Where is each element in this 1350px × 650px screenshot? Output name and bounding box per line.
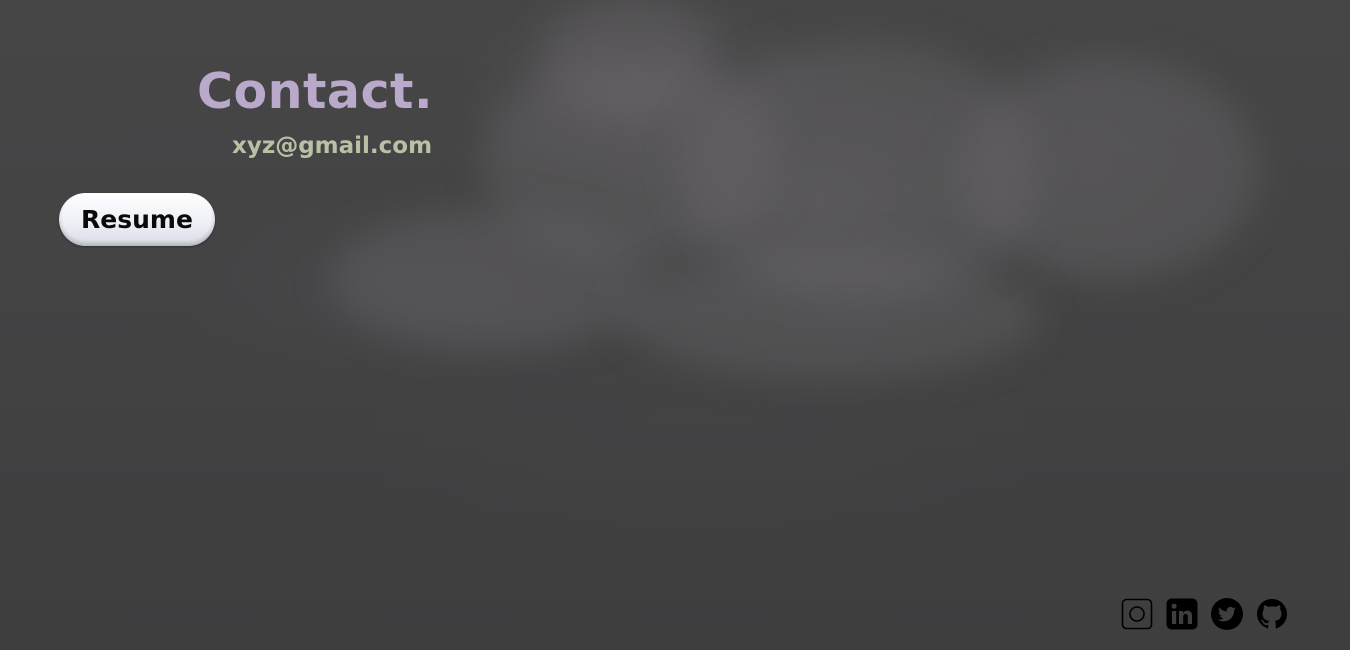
linkedin-link[interactable] xyxy=(1166,598,1198,630)
github-link[interactable] xyxy=(1256,598,1288,630)
twitter-link[interactable] xyxy=(1211,598,1243,630)
instagram-link[interactable] xyxy=(1121,598,1153,630)
linkedin-icon xyxy=(1166,598,1198,630)
resume-button[interactable]: Resume xyxy=(59,193,215,246)
instagram-icon xyxy=(1121,598,1153,630)
github-icon xyxy=(1257,599,1287,629)
twitter-icon xyxy=(1211,598,1243,630)
email-link[interactable]: xyz@gmail.com xyxy=(232,131,432,161)
contact-heading: Contact. xyxy=(197,63,434,120)
social-links xyxy=(1121,598,1288,630)
